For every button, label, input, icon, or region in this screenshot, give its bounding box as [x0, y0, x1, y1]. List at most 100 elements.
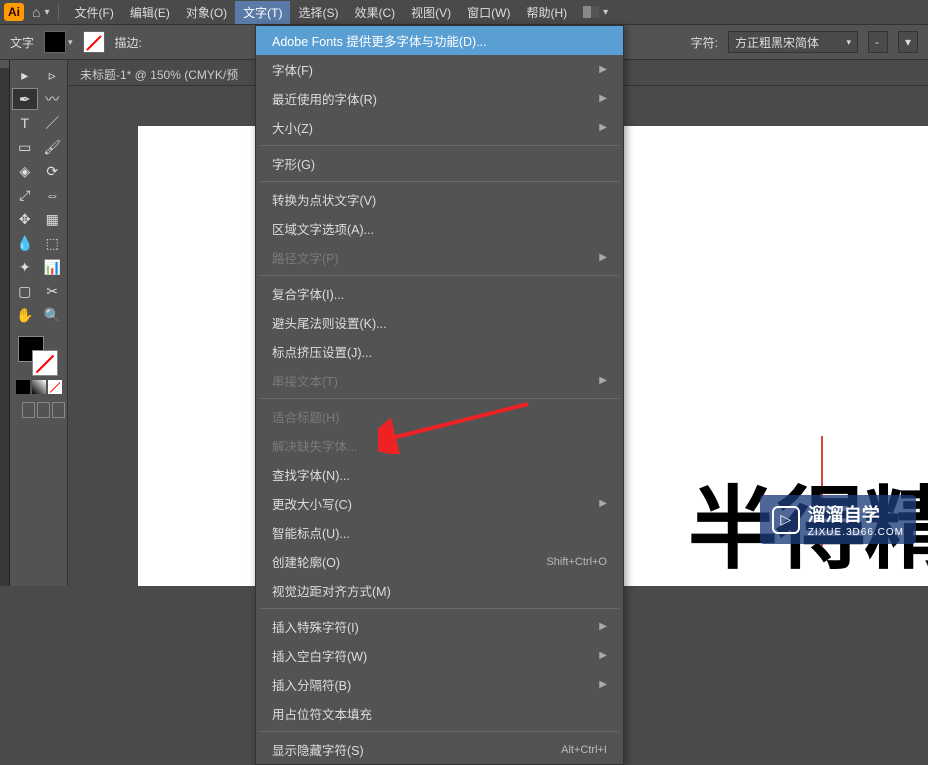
blend-tool[interactable]: ⬚: [40, 232, 66, 254]
stroke-swatch[interactable]: [83, 31, 105, 53]
selection-tool[interactable]: ▸: [12, 64, 38, 86]
menu-item-1[interactable]: 编辑(E): [122, 1, 178, 24]
scale-tool[interactable]: ⤢: [12, 184, 38, 206]
menu-item-5[interactable]: 效果(C): [346, 1, 403, 24]
menu-item[interactable]: 最近使用的字体(R)▶: [256, 84, 623, 113]
menu-item[interactable]: Adobe Fonts 提供更多字体与功能(D)...: [256, 26, 623, 55]
pen-tool[interactable]: ✒: [12, 88, 38, 110]
toolbox: ▸▹✒〰T／▭🖌◈⟳⤢⇔✥▦💧⬚✦📊▢✂✋🔍: [10, 60, 68, 586]
draw-behind[interactable]: [37, 402, 50, 418]
menu-item[interactable]: 智能标点(U)...: [256, 518, 623, 547]
menu-item-label: 大小(Z): [272, 118, 313, 137]
artboard-tool[interactable]: ▢: [12, 280, 38, 302]
panel-collapse-bar[interactable]: [0, 60, 10, 586]
zoom-tool[interactable]: 🔍: [40, 304, 66, 326]
menu-item-label: Adobe Fonts 提供更多字体与功能(D)...: [272, 31, 487, 50]
none-mode[interactable]: [48, 380, 62, 394]
menu-item[interactable]: 显示隐藏字符(S)Alt+Ctrl+I: [256, 735, 623, 764]
fill-swatch[interactable]: [44, 31, 66, 53]
menu-item-label: 插入空白字符(W): [272, 646, 367, 665]
menu-separator: [260, 731, 619, 732]
menu-item[interactable]: 大小(Z)▶: [256, 113, 623, 142]
menu-shortcut: Shift+Ctrl+O: [546, 556, 607, 568]
menu-item[interactable]: 转换为点状文字(V): [256, 185, 623, 214]
free-transform-tool[interactable]: ✥: [12, 208, 38, 230]
menu-item[interactable]: 更改大小写(C)▶: [256, 489, 623, 518]
menu-item[interactable]: 查找字体(N)...: [256, 460, 623, 489]
draw-inside[interactable]: [52, 402, 65, 418]
menu-item[interactable]: 避头尾法则设置(K)...: [256, 308, 623, 337]
menu-item[interactable]: 字体(F)▶: [256, 55, 623, 84]
rect-tool[interactable]: ▭: [12, 136, 38, 158]
menu-item[interactable]: 区域文字选项(A)...: [256, 214, 623, 243]
menu-item-6[interactable]: 视图(V): [403, 1, 459, 24]
menu-item-label: 查找字体(N)...: [272, 465, 350, 484]
font-more-select[interactable]: ▾: [898, 31, 918, 53]
menu-item-2[interactable]: 对象(O): [178, 1, 235, 24]
chevron-down-icon[interactable]: ▾: [603, 7, 608, 18]
menu-item[interactable]: 复合字体(I)...: [256, 279, 623, 308]
menubar: 文件(F)编辑(E)对象(O)文字(T)选择(S)效果(C)视图(V)窗口(W)…: [67, 1, 576, 24]
menu-item-label: 串接文本(T): [272, 371, 338, 390]
direct-selection-tool[interactable]: ▹: [40, 64, 66, 86]
menu-item[interactable]: 插入特殊字符(I)▶: [256, 612, 623, 641]
menu-item-3[interactable]: 文字(T): [235, 1, 290, 24]
character-label: 字符:: [691, 34, 718, 51]
menu-item-label: 区域文字选项(A)...: [272, 219, 374, 238]
menu-item[interactable]: 字形(G): [256, 149, 623, 178]
menu-item: 适合标题(H): [256, 402, 623, 431]
font-family-select[interactable]: 方正粗黑宋简体 ▾: [728, 31, 858, 53]
rotate-tool[interactable]: ⟳: [40, 160, 66, 182]
menu-item-7[interactable]: 窗口(W): [459, 1, 518, 24]
menu-item[interactable]: 视觉边距对齐方式(M): [256, 576, 623, 605]
watermark: ▷ 溜溜自学 ZIXUE.3D66.COM: [760, 495, 916, 544]
submenu-arrow-icon: ▶: [599, 621, 607, 632]
menu-item[interactable]: 用占位符文本填充: [256, 699, 623, 728]
menu-item-label: 创建轮廓(O): [272, 552, 340, 571]
draw-normal[interactable]: [22, 402, 35, 418]
menu-item-label: 智能标点(U)...: [272, 523, 350, 542]
font-style-select[interactable]: -: [868, 31, 888, 53]
menu-item[interactable]: 标点挤压设置(J)...: [256, 337, 623, 366]
hand-tool[interactable]: ✋: [12, 304, 38, 326]
chevron-down-icon: ▾: [846, 37, 851, 48]
width-tool[interactable]: ⇔: [40, 184, 66, 206]
brush-tool[interactable]: 🖌: [40, 136, 66, 158]
menu-item-label: 复合字体(I)...: [272, 284, 344, 303]
eyedropper-tool[interactable]: 💧: [12, 232, 38, 254]
menu-item[interactable]: 插入空白字符(W)▶: [256, 641, 623, 670]
menu-item-label: 视觉边距对齐方式(M): [272, 581, 391, 600]
gradient-tool[interactable]: ▦: [40, 208, 66, 230]
fill-mode[interactable]: [16, 380, 30, 394]
menu-item-label: 最近使用的字体(R): [272, 89, 377, 108]
menu-item-label: 适合标题(H): [272, 407, 339, 426]
menu-shortcut: Alt+Ctrl+I: [561, 744, 607, 756]
gradient-mode[interactable]: [32, 380, 46, 394]
column-graph-tool[interactable]: 📊: [40, 256, 66, 278]
layout-grid-icon[interactable]: [583, 6, 599, 18]
shape-builder-tool[interactable]: ◈: [12, 160, 38, 182]
submenu-arrow-icon: ▶: [599, 252, 607, 263]
symbol-sprayer-tool[interactable]: ✦: [12, 256, 38, 278]
menu-item[interactable]: 创建轮廓(O) Shift+Ctrl+O: [256, 547, 623, 576]
menu-item-label: 转换为点状文字(V): [272, 190, 376, 209]
stroke-label: 描边:: [115, 34, 142, 51]
background-color[interactable]: [32, 350, 58, 376]
menu-item-8[interactable]: 帮助(H): [518, 1, 575, 24]
type-tool[interactable]: T: [12, 112, 38, 134]
menu-separator: [260, 181, 619, 182]
home-icon[interactable]: ⌂: [32, 4, 40, 20]
menu-item-0[interactable]: 文件(F): [67, 1, 122, 24]
slice-tool[interactable]: ✂: [40, 280, 66, 302]
menu-item-label: 标点挤压设置(J)...: [272, 342, 372, 361]
curvature-tool[interactable]: 〰: [40, 88, 65, 110]
chevron-down-icon[interactable]: ▾: [44, 7, 49, 18]
menu-item[interactable]: 插入分隔符(B)▶: [256, 670, 623, 699]
submenu-arrow-icon: ▶: [599, 375, 607, 386]
menu-item-label: 用占位符文本填充: [272, 704, 372, 723]
line-tool[interactable]: ／: [40, 112, 66, 134]
menu-item-4[interactable]: 选择(S): [290, 1, 346, 24]
chevron-down-icon[interactable]: ▾: [68, 37, 73, 48]
menu-item: 解决缺失字体...: [256, 431, 623, 460]
menu-item-label: 避头尾法则设置(K)...: [272, 313, 387, 332]
